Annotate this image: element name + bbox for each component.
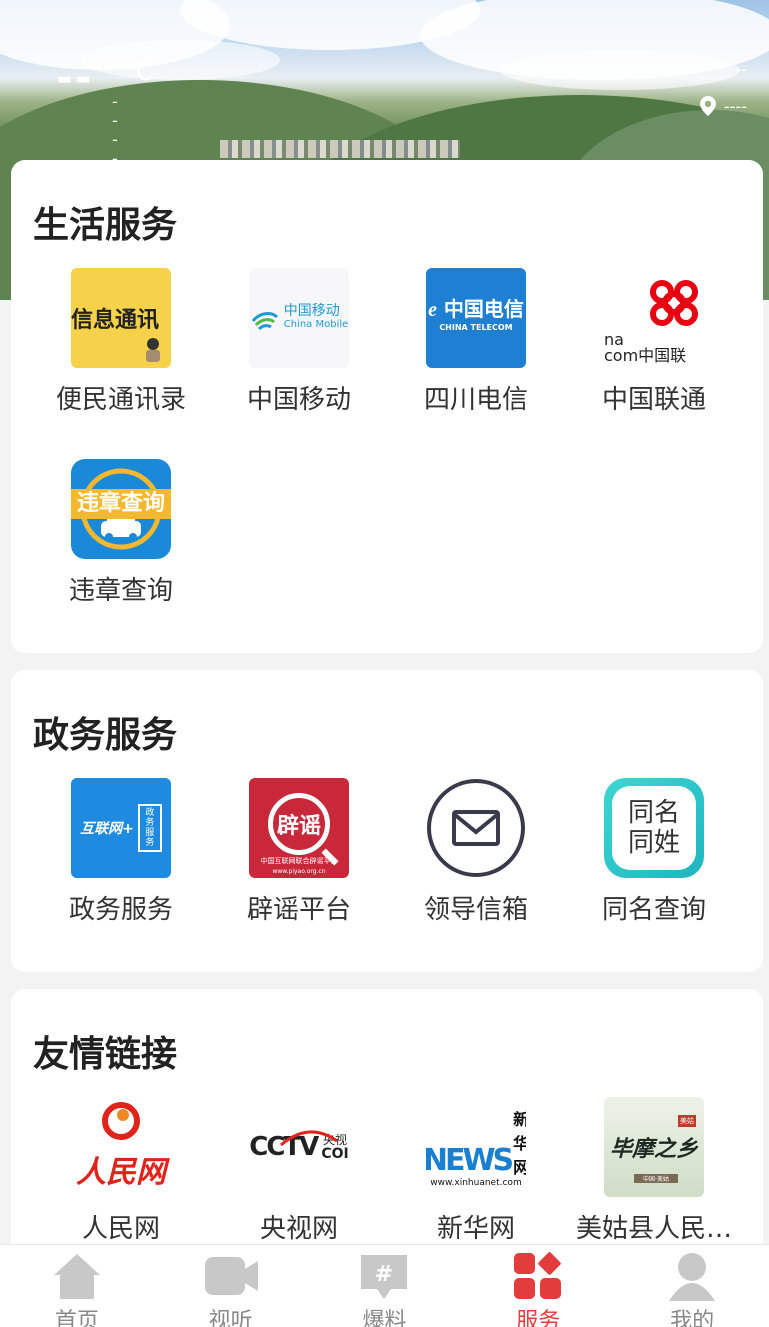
china-unicom-icon: na com中国联 [604,268,704,368]
tab-video[interactable]: 视听 [171,1245,291,1327]
service-item-rumor[interactable]: 辟谣 中国互联网联合辟谣平台 www.piyao.org.cn 辟谣平台 [210,778,388,928]
tab-home[interactable]: 首页 [17,1245,137,1327]
china-telecom-icon: e 中国电信 CHINA TELECOM [426,268,526,368]
meigu-county-icon: 毕摩之乡 美姑 中国·美姑 [604,1097,704,1197]
link-label: 美姑县人民… [575,1214,732,1244]
rumor-platform-icon: 辟谣 中国互联网联合辟谣平台 www.piyao.org.cn [249,778,349,878]
service-label: 中国移动 [246,385,351,415]
link-label: 人民网 [81,1214,160,1244]
weather-condition: ---- [112,92,118,168]
service-label: 政务服务 [68,895,173,925]
tab-tips[interactable]: # 爆料 [324,1245,444,1327]
tab-profile[interactable]: 我的 [632,1245,752,1327]
link-label: 新华网 [436,1214,515,1244]
china-mobile-icon: 中国移动 China Mobile [249,268,349,368]
service-item-unicom[interactable]: na com中国联 中国联通 [565,268,743,418]
service-label: 四川电信 [423,385,528,415]
tab-label: 视听 [208,1309,253,1327]
government-services-card: 政务服务 互联网+ 政务服务 政务服务 辟谣 中国互联网联合辟谣平台 www.p… [11,670,763,972]
tab-services[interactable]: 服务 [478,1245,598,1327]
service-label: 领导信箱 [423,895,528,925]
temperature-display: -- ℃ ---- [56,55,153,168]
location-display[interactable]: -- ---- [699,60,747,116]
service-item-gov[interactable]: 互联网+ 政务服务 政务服务 [32,778,210,928]
profile-icon [665,1251,719,1301]
section-title: 政务服务 [33,715,178,756]
link-item-xinhua[interactable]: NEWS 新华网 www.xinhuanet.com 新华网 [387,1097,565,1247]
service-label: 中国联通 [601,385,706,415]
life-services-card: 生活服务 信息通讯 便民通讯录 中国移动 China Mobile 中国移动 e… [11,160,763,653]
service-label: 违章查询 [68,576,173,606]
service-item-same-name[interactable]: 同名 同姓 同名查询 [565,778,743,928]
section-title: 友情链接 [33,1034,178,1075]
section-title: 生活服务 [33,205,178,246]
location-name: ---- [723,96,747,116]
directory-icon: 信息通讯 [71,268,171,368]
tab-label: 爆料 [362,1309,407,1327]
link-item-cctv[interactable]: CCTV 央视 COI 央视网 [210,1097,388,1247]
tab-label: 我的 [670,1309,715,1327]
cctv-icon: CCTV 央视 COI [249,1097,349,1197]
tab-label: 首页 [54,1309,99,1327]
location-pin-icon [699,96,716,116]
service-item-china-mobile[interactable]: 中国移动 China Mobile 中国移动 [210,268,388,418]
service-label: 便民通讯录 [55,385,186,415]
link-item-meigu[interactable]: 毕摩之乡 美姑 中国·美姑 美姑县人民… [565,1097,743,1247]
gov-service-icon: 互联网+ 政务服务 [71,778,171,878]
hashtag-icon: # [357,1251,411,1301]
tab-label: 服务 [516,1309,561,1327]
video-camera-icon [204,1251,258,1301]
service-item-mailbox[interactable]: 领导信箱 [387,778,565,928]
service-item-directory[interactable]: 信息通讯 便民通讯录 [32,268,210,418]
same-name-icon: 同名 同姓 [604,778,704,878]
service-label: 同名查询 [601,895,706,925]
temperature-unit: ℃ [126,58,153,86]
svg-text:#: # [375,1262,393,1287]
people-daily-icon: 人民网 [71,1097,171,1197]
mailbox-icon [426,778,526,878]
home-icon [50,1251,104,1301]
location-top: -- [735,60,747,79]
service-label: 辟谣平台 [246,895,351,925]
services-grid-icon [511,1251,565,1301]
traffic-violation-icon: 违章查询 [71,459,171,559]
temperature-value: -- [56,55,94,101]
link-item-people-daily[interactable]: 人民网 人民网 [32,1097,210,1247]
service-item-telecom[interactable]: e 中国电信 CHINA TELECOM 四川电信 [387,268,565,418]
xinhua-icon: NEWS 新华网 www.xinhuanet.com [426,1097,526,1197]
link-label: 央视网 [259,1214,338,1244]
bottom-tab-bar: 首页 视听 # 爆料 服务 我的 [0,1244,769,1327]
service-item-violation[interactable]: 违章查询 违章查询 [32,459,210,609]
